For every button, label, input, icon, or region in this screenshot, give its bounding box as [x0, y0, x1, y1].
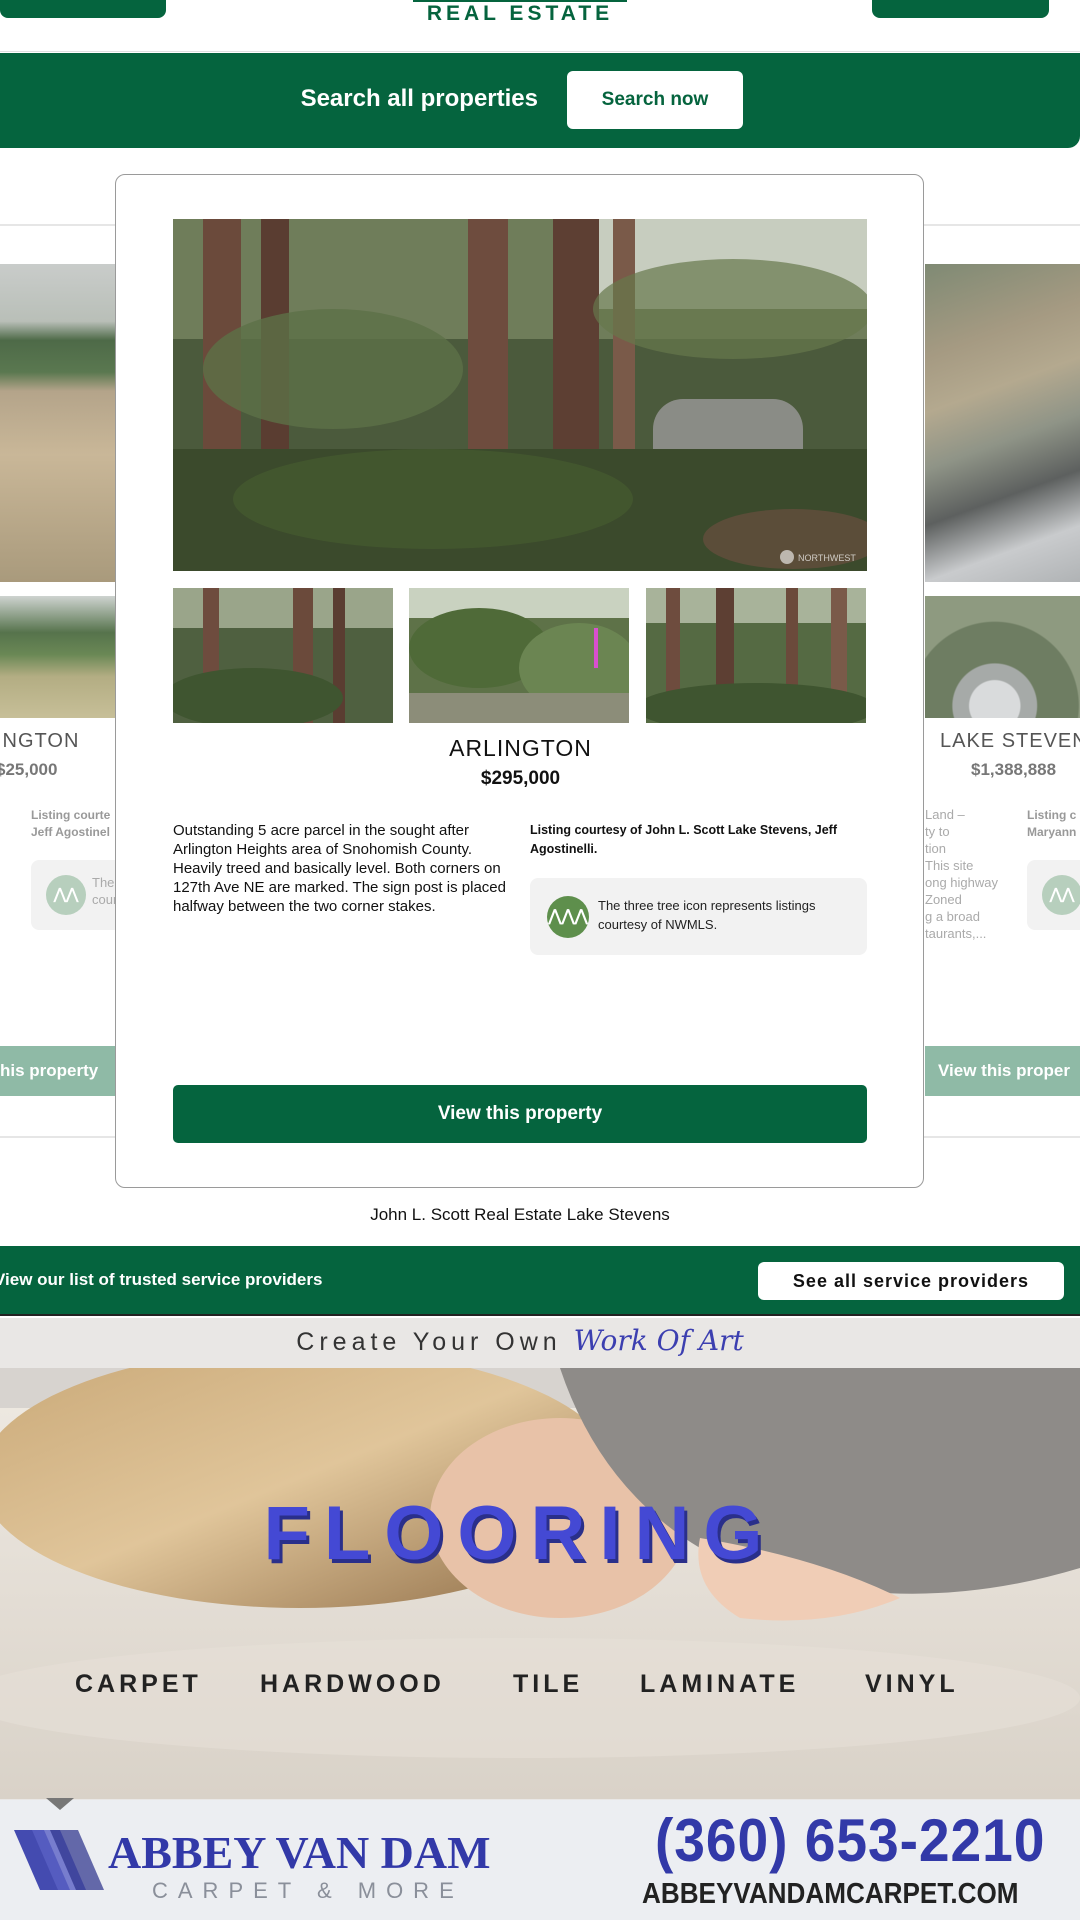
listing-desc-right-line: tion	[925, 841, 946, 856]
ad-category-laminate: LAMINATE	[640, 1670, 800, 1698]
ad-category-tile: TILE	[513, 1670, 584, 1698]
listing-photo-right[interactable]	[925, 264, 1080, 582]
ad-phone-number[interactable]: (360) 653-2210	[655, 1806, 1045, 1875]
three-tree-icon: ⋀⋀⋀	[547, 896, 589, 938]
view-property-button-right[interactable]: View this proper	[925, 1046, 1080, 1096]
listing-desc-right-line: g a broad	[925, 909, 980, 924]
ad-headline: FLOORING	[263, 1491, 777, 1576]
ad-tagline-script: Work Of Art	[573, 1324, 744, 1357]
forest-thumb-1	[173, 588, 393, 723]
listing-photo-left[interactable]	[0, 264, 115, 582]
search-banner: Search all properties Search now	[0, 53, 1080, 148]
forest-thumb-3	[646, 588, 866, 723]
see-all-providers-button[interactable]: See all service providers	[758, 1262, 1064, 1300]
listing-courtesy-left-1: Listing courte	[31, 808, 111, 822]
three-tree-icon: ⋀⋀	[1042, 875, 1080, 915]
site-header: REAL ESTATE	[0, 0, 1080, 52]
mls-note-left-line2: cour	[92, 892, 115, 907]
listing-desc-right-line: This site	[925, 858, 974, 873]
ad-brand-name: ABBEY VAN DAM	[108, 1827, 491, 1878]
listing-courtesy-right-2: Maryann	[1027, 825, 1077, 839]
ad-website[interactable]: ABBEYVANDAMCARPET.COM	[642, 1878, 1019, 1911]
ad-tagline-prefix: Create Your Own	[296, 1328, 562, 1356]
service-providers-bar: View our list of trusted service provide…	[0, 1246, 1080, 1316]
header-left-button[interactable]	[0, 0, 166, 18]
listing-desc-right-line: taurants,...	[925, 926, 987, 941]
search-banner-title: Search all properties	[300, 85, 538, 112]
ad-category-carpet: CARPET	[75, 1670, 202, 1698]
view-this-property-button[interactable]: View this property	[173, 1085, 867, 1143]
site-logo[interactable]: REAL ESTATE	[413, 2, 627, 26]
listing-desc-right-line: ong highway	[925, 875, 998, 890]
woman-on-carpet-photo	[0, 1368, 1080, 1799]
listing-description: Outstanding 5 acre parcel in the sought …	[173, 822, 506, 915]
listing-thumb-right[interactable]	[925, 596, 1080, 718]
mls-note-right: ⋀⋀	[1027, 860, 1080, 930]
listing-courtesy-right-1: Listing c	[1027, 808, 1077, 822]
office-name: John L. Scott Real Estate Lake Stevens	[370, 1205, 670, 1224]
forest-thumb-2	[409, 588, 629, 723]
three-tree-icon: ⋀⋀	[46, 875, 86, 915]
search-now-button[interactable]: Search now	[567, 71, 743, 129]
header-right-button[interactable]	[872, 0, 1049, 18]
listing-price-left: $25,000	[0, 760, 58, 779]
listing-desc-right-line: Zoned	[925, 892, 962, 907]
listing-city-left: INGTON	[0, 730, 80, 752]
flooring-advertisement[interactable]: Create Your Own Work Of Art ABBEY VAN DA…	[0, 1318, 1080, 1920]
abbey-logo-icon	[14, 1830, 104, 1890]
listing-main-photo[interactable]: NORTHWEST	[173, 219, 867, 571]
listing-detail-card: NORTHWEST ARLINGTON $295,000 Outstanding…	[115, 174, 924, 1188]
mls-note: ⋀⋀⋀ The three tree icon represents listi…	[530, 878, 867, 955]
photo-watermark: NORTHWEST	[798, 553, 856, 563]
listing-thumb-1[interactable]	[173, 588, 393, 723]
mls-note-text: The three tree icon represents listings …	[598, 898, 816, 932]
ad-tagline: Create Your Own Work Of Art	[0, 1324, 1040, 1357]
listing-thumb-2[interactable]	[409, 588, 629, 723]
listing-card-left[interactable]: INGTON $25,000 Listing courte Jeff Agost…	[0, 264, 115, 1104]
listing-price: $295,000	[480, 768, 561, 789]
ad-category-vinyl: VINYL	[865, 1670, 959, 1698]
service-providers-text: View our list of trusted service provide…	[0, 1270, 323, 1289]
listing-courtesy: Listing courtesy of John L. Scott Lake S…	[530, 823, 838, 856]
listing-price-right: $1,388,888	[971, 760, 1057, 779]
listing-city-right: LAKE STEVEN	[940, 730, 1080, 752]
listing-thumb-left[interactable]	[0, 596, 115, 718]
listing-city: ARLINGTON	[449, 735, 592, 761]
listing-courtesy-left-2: Jeff Agostinel	[31, 825, 110, 839]
listing-thumb-3[interactable]	[646, 588, 866, 723]
ad-brand-subtitle: CARPET & MORE	[152, 1878, 464, 1903]
mls-note-left-line1: The	[92, 875, 115, 890]
view-property-button-left[interactable]: his property	[0, 1046, 115, 1096]
ad-photo	[0, 1368, 1080, 1799]
forest-photo: NORTHWEST	[173, 219, 867, 571]
ad-footer-notch	[46, 1798, 74, 1810]
listing-card-right[interactable]: LAKE STEVEN $1,388,888 Listing c Maryann…	[925, 264, 1080, 1104]
ad-category-hardwood: HARDWOOD	[260, 1670, 445, 1698]
mls-note-left: ⋀⋀ The cour	[31, 860, 115, 930]
listing-desc-right-line: Land –	[925, 807, 965, 822]
listing-desc-right-line: ty to	[925, 824, 950, 839]
